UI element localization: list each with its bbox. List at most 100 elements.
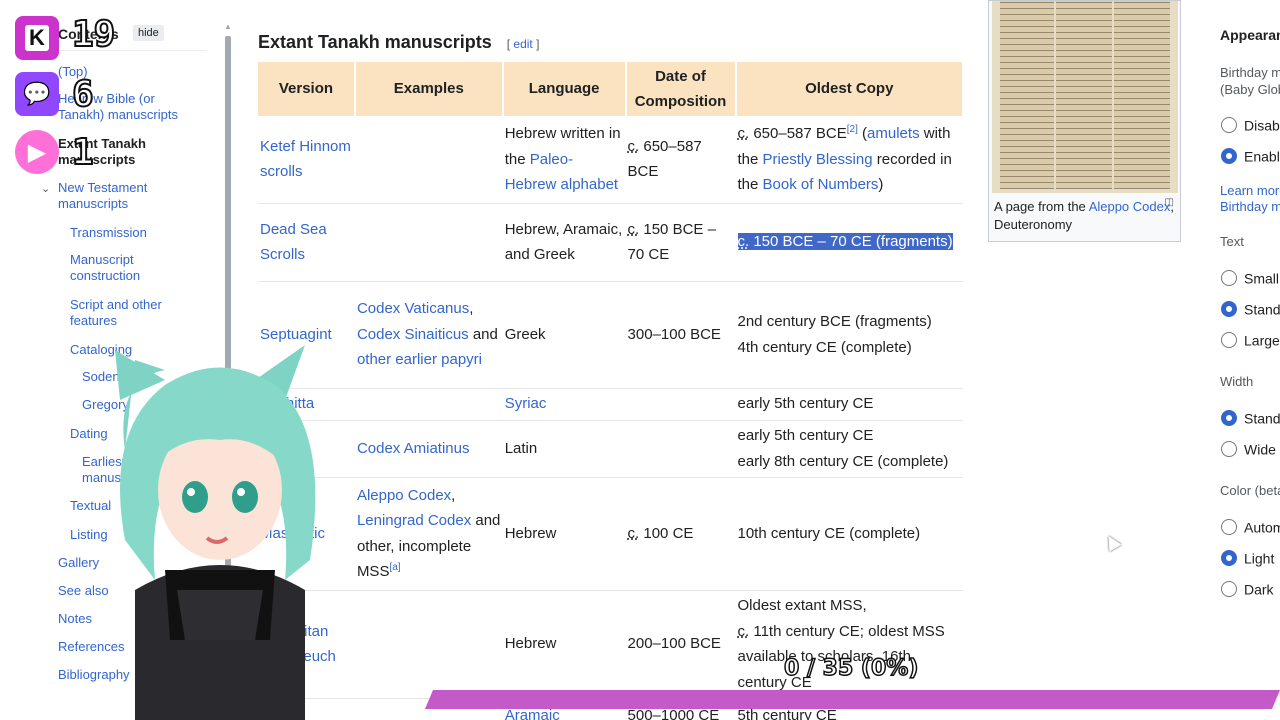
column-gutter (1054, 1, 1056, 189)
toc-item-notes[interactable]: Notes (58, 611, 92, 627)
thumbnail-figure: ◫ A page from the Aleppo Codex, Deuteron… (988, 0, 1181, 242)
codex-amiatinus-link[interactable]: Codex Amiatinus (354, 420, 503, 478)
col-header-language[interactable]: Language (502, 62, 627, 116)
oldest-cell: c. 650–587 BCE[2] (amulets with the Prie… (735, 116, 963, 204)
toc-item-transmission[interactable]: Transmission (70, 225, 147, 241)
selected-text[interactable]: c. 150 BCE – 70 CE (fragments) (737, 233, 953, 251)
col-header-examples[interactable]: Examples (354, 62, 504, 116)
chevron-down-icon[interactable]: ⌄ (41, 182, 50, 195)
date-cell: c. 650–587 BCE (625, 116, 736, 204)
radio-button[interactable] (1221, 332, 1237, 349)
radio-button[interactable] (1221, 441, 1237, 458)
circa-abbr: c. (627, 137, 640, 155)
color-dark-option[interactable]: Dark (1221, 580, 1274, 598)
radio-button[interactable] (1221, 270, 1237, 287)
toc-item-script-features[interactable]: Script and other features (70, 297, 180, 329)
progress-text: 0 / 35 (0%) (783, 655, 919, 682)
examples-cell: Aleppo Codex, Leningrad Codex and other,… (354, 477, 503, 591)
other-papyri-link[interactable]: other earlier papyri (357, 351, 482, 368)
oldest-cell: 10th century CE (complete) (735, 477, 963, 591)
col-header-date[interactable]: Date of Composition (625, 62, 737, 116)
examples-cell (354, 116, 503, 204)
text-standard-option[interactable]: Standard (1221, 300, 1280, 318)
toc-item-manuscript-construction[interactable]: Manuscript construction (70, 252, 180, 284)
radio-button[interactable] (1221, 117, 1237, 134)
footnote-ref[interactable]: [a] (389, 562, 400, 573)
aleppo-codex-caption-link[interactable]: Aleppo Codex (1089, 199, 1171, 214)
radio-button[interactable] (1221, 148, 1237, 165)
date-cell: c. 100 CE (625, 477, 736, 591)
option-label: Dark (1244, 581, 1274, 598)
oldest-text: 650–587 BCE (749, 125, 847, 142)
examples-cell (354, 388, 503, 421)
date-cell (625, 420, 736, 478)
toc-hide-button[interactable]: hide (133, 25, 164, 41)
edit-label[interactable]: edit (513, 37, 532, 51)
width-standard-option[interactable]: Standard (1221, 409, 1280, 427)
color-light-option[interactable]: Light (1221, 549, 1274, 567)
table-header-row: Version Examples Language Date of Compos… (258, 62, 964, 116)
examples-text: and (468, 325, 498, 343)
oldest-line: 4th century CE (complete) (737, 338, 912, 356)
col-header-oldest-copy[interactable]: Oldest Copy (735, 62, 964, 116)
aleppo-codex-link[interactable]: Aleppo Codex (357, 487, 451, 504)
amulets-link[interactable]: amulets (867, 125, 920, 142)
leningrad-codex-link[interactable]: Leningrad Codex (357, 512, 471, 529)
kick-count: 19 (71, 13, 116, 56)
table-row: Vulgate Codex Amiatinus Latin early 5th … (258, 420, 963, 478)
circa-abbr: c. (627, 220, 640, 238)
col-header-version[interactable]: Version (258, 62, 356, 116)
radio-button[interactable] (1221, 550, 1237, 567)
twitch-glyph: 💬 (23, 81, 51, 106)
radio-button[interactable] (1221, 301, 1237, 318)
option-label: Disabled (1244, 117, 1280, 134)
radio-button[interactable] (1221, 410, 1237, 427)
color-automatic-option[interactable]: Automatic (1221, 518, 1280, 536)
kick-glyph: K (25, 25, 49, 51)
birthday-enabled-option[interactable]: Enabled (1221, 147, 1280, 165)
syriac-link[interactable]: Syriac (502, 388, 626, 421)
version-link[interactable]: Ketef Hinnom scrolls (258, 116, 355, 204)
footnote-ref[interactable]: [2] (847, 124, 858, 135)
option-label: Light (1244, 550, 1275, 567)
width-wide-option[interactable]: Wide (1221, 440, 1276, 458)
radio-button[interactable] (1221, 519, 1237, 536)
appearance-title: Appearance (1220, 27, 1280, 43)
book-of-numbers-link[interactable]: Book of Numbers (763, 176, 879, 193)
scroll-up-arrow-icon[interactable]: ▲ (224, 22, 232, 31)
table-row: Peshitta Syriac early 5th century CE (258, 388, 963, 421)
option-label: Large (1244, 332, 1280, 349)
option-label: Automatic (1244, 519, 1280, 536)
youtube-play-icon: ▶ (15, 130, 59, 174)
table-row: Masoretic Aleppo Codex, Leningrad Codex … (258, 477, 963, 591)
version-link[interactable]: Dead Sea Scrolls (258, 203, 355, 282)
figure-caption: A page from the Aleppo Codex, Deuteronom… (994, 198, 1174, 234)
examples-cell (354, 590, 503, 699)
twitch-count: 6 (71, 73, 95, 116)
vtuber-avatar (115, 345, 316, 720)
language-cell: Hebrew (502, 590, 626, 699)
radio-button[interactable] (1221, 581, 1237, 598)
edit-section-link[interactable]: [ edit ] (507, 37, 540, 51)
language-cell: Latin (502, 420, 626, 478)
text-small-option[interactable]: Small (1221, 269, 1279, 287)
codex-sinaiticus-link[interactable]: Codex Sinaiticus (357, 326, 469, 343)
twitch-icon: 💬 (15, 72, 59, 116)
circa-abbr: c. (737, 233, 750, 251)
toc-item-gallery[interactable]: Gallery (58, 555, 99, 571)
codex-vaticanus-link[interactable]: Codex Vaticanus (357, 300, 469, 317)
learn-more-link[interactable]: Learn more about Birthday mode (1220, 183, 1280, 215)
birthday-disabled-option[interactable]: Disabled (1221, 116, 1280, 134)
text-large-option[interactable]: Large (1221, 331, 1280, 349)
play-glyph: ▶ (27, 138, 47, 166)
oldest-cell: c. 150 BCE – 70 CE (fragments) (735, 203, 963, 282)
toc-item-new-testament[interactable]: New Testament manuscripts (58, 180, 198, 212)
language-cell: Hebrew (502, 477, 626, 591)
manuscripts-table: Version Examples Language Date of Compos… (258, 62, 964, 720)
mouse-cursor-icon (1102, 532, 1122, 552)
language-cell: Greek (502, 281, 626, 389)
aleppo-codex-image[interactable] (992, 1, 1178, 193)
priestly-blessing-link[interactable]: Priestly Blessing (763, 151, 873, 168)
option-label: Enabled (1244, 148, 1280, 165)
option-label: Standard (1244, 410, 1280, 427)
